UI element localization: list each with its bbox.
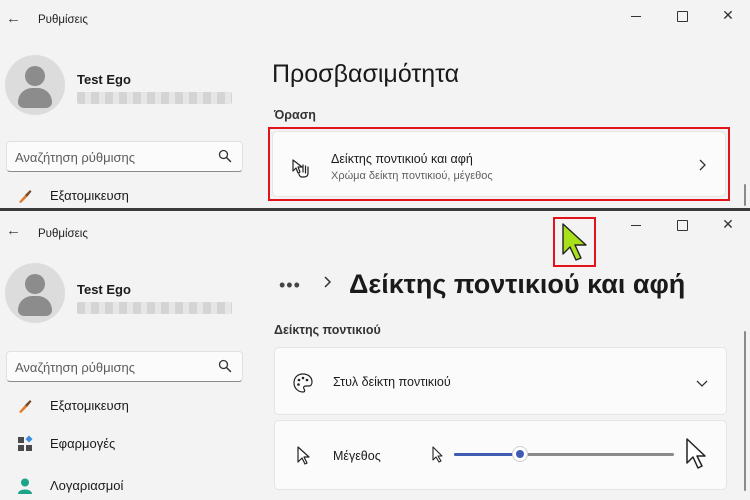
search-input[interactable] — [15, 358, 215, 376]
mouse-pointer-icon — [297, 446, 310, 465]
user-email-redacted — [77, 92, 232, 104]
sidebar-item-personalization[interactable]: Εξατομικευση — [6, 389, 246, 423]
sidebar-item-label: Εξατομικευση — [50, 398, 129, 413]
sidebar-item-label: Εφαρμογές — [50, 436, 116, 451]
small-pointer-icon — [432, 446, 443, 463]
user-name: Test Ego — [77, 72, 131, 87]
card-title: Μέγεθος — [333, 449, 381, 463]
section-heading-vision: Όραση — [274, 108, 316, 122]
back-arrow-icon[interactable]: ← — [6, 222, 21, 239]
user-name: Test Ego — [77, 282, 131, 297]
sidebar-item-apps[interactable]: Εφαρμογές — [6, 427, 246, 461]
account-icon — [18, 478, 32, 494]
large-pointer-icon — [686, 438, 706, 469]
avatar — [5, 263, 65, 323]
settings-window-accessibility: ← Ρυθμίσεις ✕ Test Ego Εξατομικευση Προσ… — [0, 0, 750, 209]
breadcrumb-chevron-icon — [324, 276, 332, 288]
apps-icon — [18, 435, 33, 451]
minimize-button[interactable] — [626, 217, 646, 233]
app-title: Ρυθμίσεις — [38, 14, 88, 26]
maximize-button[interactable] — [672, 217, 692, 233]
maximize-button[interactable] — [672, 8, 692, 24]
palette-icon — [293, 373, 313, 393]
sidebar-item-accounts[interactable]: Λογαριασμοί — [6, 469, 246, 500]
pointer-size-slider[interactable] — [454, 446, 674, 462]
search-box[interactable] — [6, 141, 243, 172]
sidebar-item-personalization[interactable]: Εξατομικευση — [6, 179, 246, 209]
page-title: Δείκτης ποντικιού και αφή — [349, 269, 686, 299]
highlight-box — [553, 217, 596, 267]
minimize-button[interactable] — [626, 8, 646, 24]
search-icon[interactable] — [218, 359, 232, 373]
slider-thumb[interactable] — [512, 446, 528, 462]
avatar — [5, 55, 65, 115]
search-icon[interactable] — [218, 149, 232, 163]
section-heading-mouse-pointer: Δείκτης ποντικιού — [274, 323, 381, 337]
brush-icon — [19, 400, 32, 413]
page-title: Προσβασιμότητα — [272, 60, 460, 88]
sidebar-item-label: Λογαριασμοί — [50, 478, 124, 493]
sidebar-item-label: Εξατομικευση — [50, 188, 129, 203]
search-input[interactable] — [15, 148, 215, 166]
pointer-style-card[interactable]: Στυλ δείκτη ποντικιού — [274, 347, 727, 415]
breadcrumb-overflow-button[interactable]: ••• — [279, 275, 301, 296]
lime-pointer-icon — [562, 223, 587, 261]
card-title: Στυλ δείκτη ποντικιού — [333, 375, 451, 389]
close-button[interactable]: ✕ — [718, 216, 738, 232]
scrollbar[interactable] — [744, 331, 746, 491]
close-button[interactable]: ✕ — [718, 7, 738, 23]
slider-fill — [454, 453, 520, 456]
scrollbar[interactable] — [744, 184, 746, 206]
app-title: Ρυθμίσεις — [38, 228, 88, 240]
brush-icon — [19, 190, 32, 203]
user-email-redacted — [77, 302, 232, 314]
back-arrow-icon[interactable]: ← — [6, 10, 21, 27]
chevron-down-icon[interactable] — [695, 376, 709, 390]
settings-window-mouse-pointer: ← Ρυθμίσεις ✕ Test Ego Εξατομικευση — [0, 211, 750, 500]
search-box[interactable] — [6, 351, 243, 382]
highlight-box — [268, 127, 730, 201]
